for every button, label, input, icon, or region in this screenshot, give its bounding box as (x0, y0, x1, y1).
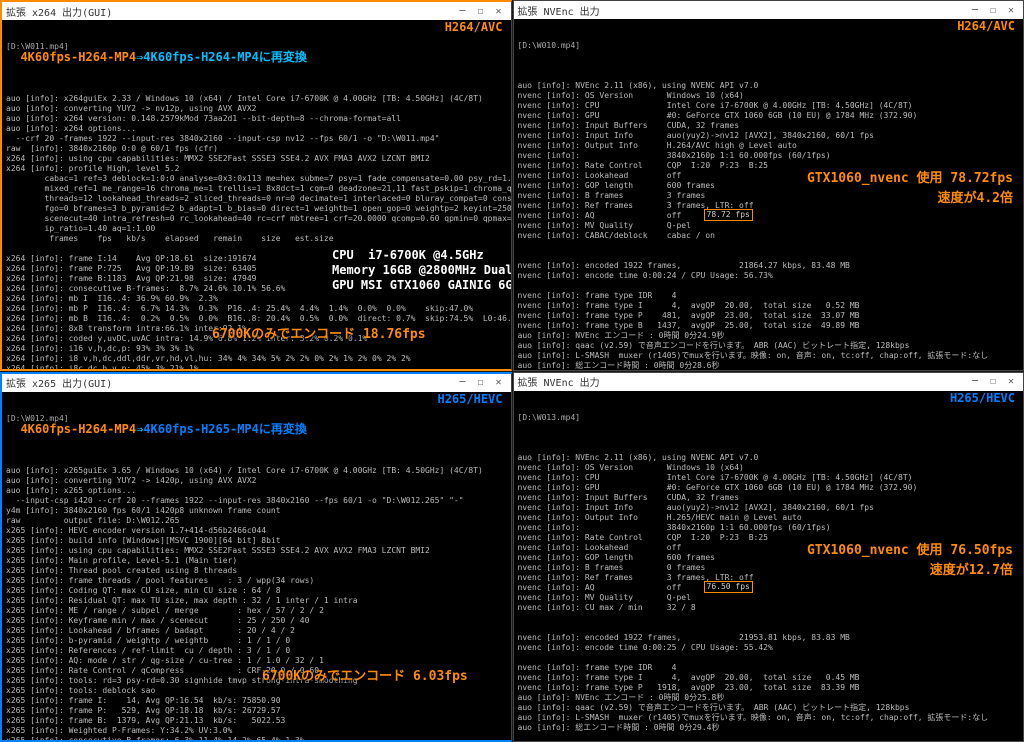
minimize-icon[interactable]: ─ (455, 4, 471, 18)
minimize-icon[interactable]: ─ (455, 376, 471, 390)
maximize-icon[interactable]: ☐ (985, 375, 1001, 389)
codec-badge: H264/AVC (445, 22, 503, 32)
titlebar-br[interactable]: 拡張 NVEnc 出力 ─ ☐ ✕ (514, 373, 1024, 391)
pane-nvenc-h265: 拡張 NVEnc 出力 ─ ☐ ✕ [D:\W013.mp4] H265/HEV… (513, 372, 1024, 742)
minimize-icon[interactable]: ─ (967, 3, 983, 17)
pane-x264-h264: 拡張 x264 出力(GUI) ─ ☐ ✕ [D:\W011.mp4] 4K60… (0, 0, 512, 371)
titlebar-tr[interactable]: 拡張 NVEnc 出力 ─ ☐ ✕ (514, 1, 1024, 19)
console-tr: [D:\W010.mp4] H264/AVC auo [info]: NVEnc… (514, 19, 1024, 370)
close-icon[interactable]: ✕ (1003, 375, 1019, 389)
titlebar-tl[interactable]: 拡張 x264 出力(GUI) ─ ☐ ✕ (2, 2, 511, 20)
annotation-gpu-fps: GTX1060_nvenc 使用 76.50fps (807, 546, 1013, 556)
close-icon[interactable]: ✕ (491, 376, 507, 390)
annotation-speedup: 速度が12.7倍 (930, 566, 1013, 576)
log-output: auo [info]: NVEnc 2.11 (x86), using NVEN… (518, 81, 1020, 370)
titlebar-bl[interactable]: 拡張 x265 出力(GUI) ─ ☐ ✕ (2, 374, 511, 392)
minimize-icon[interactable]: ─ (967, 375, 983, 389)
codec-badge: H264/AVC (957, 21, 1015, 31)
spec-gpu: GPU MSI GTX1060 GAINIG 6G (332, 280, 511, 290)
header-target: 4K60fps-H264-MP4に再変換 (143, 50, 307, 64)
annotation-fps: 6700Kのみでエンコード 18.76fps (212, 330, 426, 340)
window-title: 拡張 NVEnc 出力 (518, 374, 966, 389)
window-title: 拡張 x264 出力(GUI) (6, 4, 453, 19)
maximize-icon[interactable]: ☐ (473, 4, 489, 18)
header-target: 4K60fps-H265-MP4に再変換 (143, 422, 307, 436)
log-output: auo [info]: x265guiEx 3.65 / Windows 10 … (6, 466, 507, 741)
console-br: [D:\W013.mp4] H265/HEVC auo [info]: NVEn… (514, 391, 1024, 742)
codec-badge: H265/HEVC (950, 393, 1015, 403)
spec-cpu: CPU i7-6700K @4.5GHz (332, 250, 484, 260)
console-tl: [D:\W011.mp4] 4K60fps-H264-MP4⇒4K60fps-H… (2, 20, 511, 369)
annotation-speedup: 速度が4.2倍 (938, 194, 1013, 204)
output-file: [D:\W013.mp4] (518, 413, 1020, 423)
log-output: auo [info]: NVEnc 2.11 (x86), using NVEN… (518, 453, 1020, 733)
spec-memory: Memory 16GB @2800MHz Dual (332, 265, 511, 275)
fps-highlight: 76.50 fps (704, 581, 753, 593)
pane-nvenc-h264: 拡張 NVEnc 出力 ─ ☐ ✕ [D:\W010.mp4] H264/AVC… (513, 0, 1024, 371)
output-file: [D:\W010.mp4] (518, 41, 1020, 51)
maximize-icon[interactable]: ☐ (985, 3, 1001, 17)
window-title: 拡張 NVEnc 出力 (518, 3, 966, 18)
pane-x265-h265: 拡張 x265 出力(GUI) ─ ☐ ✕ [D:\W012.mp4] 4K60… (0, 372, 512, 742)
header-source: 4K60fps-H264-MP4 (20, 50, 136, 64)
close-icon[interactable]: ✕ (491, 4, 507, 18)
fps-highlight: 78.72 fps (704, 209, 753, 221)
maximize-icon[interactable]: ☐ (473, 376, 489, 390)
codec-badge: H265/HEVC (437, 394, 502, 404)
close-icon[interactable]: ✕ (1003, 3, 1019, 17)
header-source: 4K60fps-H264-MP4 (20, 422, 136, 436)
annotation-gpu-fps: GTX1060_nvenc 使用 78.72fps (807, 174, 1013, 184)
annotation-fps: 6700Kのみでエンコード 6.03fps (262, 672, 468, 682)
window-title: 拡張 x265 出力(GUI) (6, 375, 453, 390)
window-grid: 拡張 x264 出力(GUI) ─ ☐ ✕ [D:\W011.mp4] 4K60… (0, 0, 1024, 742)
console-bl: [D:\W012.mp4] 4K60fps-H264-MP4⇒4K60fps-H… (2, 392, 511, 741)
